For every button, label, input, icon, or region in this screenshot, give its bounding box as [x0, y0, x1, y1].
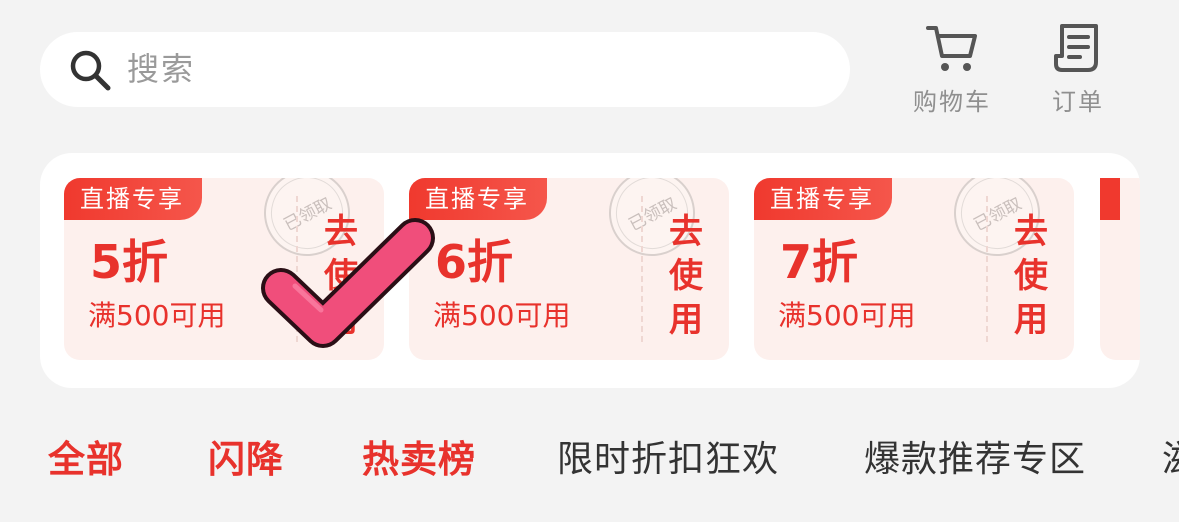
coupon-condition: 满500可用 [433, 299, 571, 332]
coupon-condition: 满500可用 [778, 299, 916, 332]
order-label: 订单 [1052, 88, 1104, 116]
coupon-discount: 5折 [90, 235, 169, 289]
coupon-tag: 直播专享 [754, 178, 892, 220]
coupon-card[interactable]: 直播专享 6折 满500可用 已领取 去使用 [409, 178, 729, 360]
tab-all[interactable]: 全部 [48, 432, 124, 488]
use-coupon-button[interactable]: 去使用 [643, 210, 729, 342]
coupon-tag-partial [1100, 178, 1120, 220]
coupon-info: 直播专享 6折 满500可用 [409, 178, 641, 360]
cart-label: 购物车 [913, 88, 991, 116]
order-button[interactable]: 订单 [1023, 22, 1133, 116]
use-coupon-label: 去使用 [1014, 212, 1048, 340]
tab-partial[interactable]: 滋 [1162, 432, 1179, 488]
cart-button[interactable]: 购物车 [897, 22, 1007, 116]
use-coupon-button[interactable]: 去使用 [988, 210, 1074, 342]
tab-hot-list[interactable]: 热卖榜 [362, 432, 476, 488]
order-icon [1054, 24, 1098, 72]
coupon-tag: 直播专享 [64, 178, 202, 220]
coupon-card[interactable]: 直播专享 7折 满500可用 已领取 去使用 [754, 178, 1074, 360]
tab-limited-discount[interactable]: 限时折扣狂欢 [557, 432, 779, 488]
tab-flash-sale[interactable]: 闪降 [208, 432, 284, 488]
search-icon [70, 50, 111, 91]
cart-icon [926, 26, 977, 71]
use-coupon-label: 去使用 [669, 212, 703, 340]
coupon-condition: 满500可用 [88, 299, 226, 332]
category-tabs: 全部 闪降 热卖榜 限时折扣狂欢 爆款推荐专区 滋 [0, 432, 1179, 492]
search-input[interactable]: 搜索 [127, 48, 195, 90]
checkmark-icon [261, 218, 435, 348]
coupon-discount: 6折 [435, 235, 514, 289]
tab-hot-recommend[interactable]: 爆款推荐专区 [864, 432, 1086, 488]
coupon-card-partial[interactable] [1100, 178, 1140, 360]
coupon-discount: 7折 [780, 235, 859, 289]
coupon-strip: 直播专享 5折 满500可用 已领取 去使用 直播专享 6折 满500可用 已领… [40, 153, 1140, 388]
coupon-info: 直播专享 7折 满500可用 [754, 178, 986, 360]
